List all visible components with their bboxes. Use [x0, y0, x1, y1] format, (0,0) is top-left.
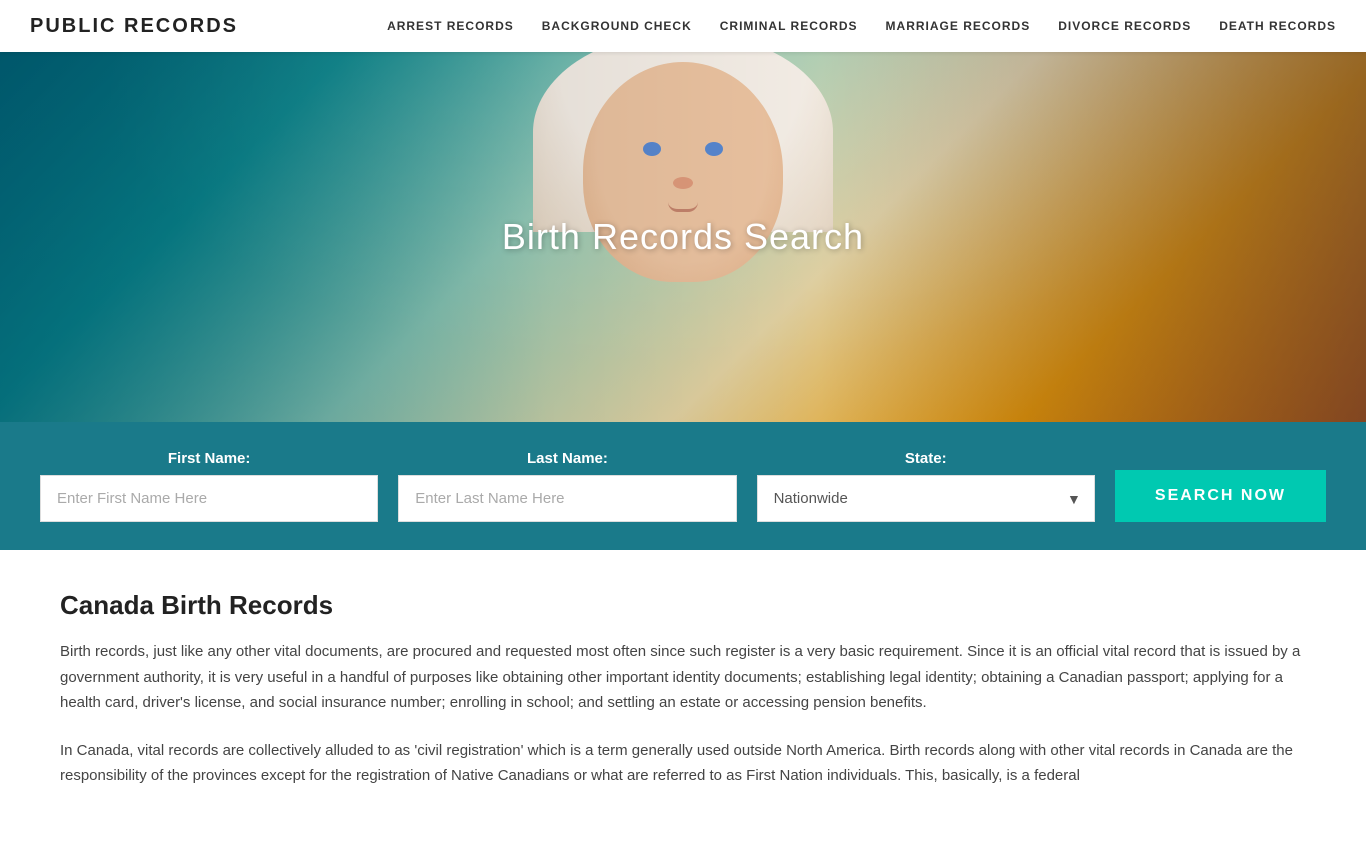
nav-link-divorce-records[interactable]: DIVORCE RECORDS	[1058, 19, 1191, 33]
nav-link-marriage-records[interactable]: MARRIAGE RECORDS	[886, 19, 1031, 33]
nav-link-criminal-records[interactable]: CRIMINAL RECORDS	[720, 19, 858, 33]
nav-link-death-records[interactable]: DEATH RECORDS	[1219, 19, 1336, 33]
hero-section: Birth Records Search	[0, 52, 1366, 422]
search-bar: First Name: Last Name: State: Nationwide…	[0, 422, 1366, 550]
state-select[interactable]: NationwideAlabamaAlaskaArizonaArkansasCa…	[757, 475, 1095, 522]
nav-link-arrest-records[interactable]: ARREST RECORDS	[387, 19, 514, 33]
main-nav: ARREST RECORDS BACKGROUND CHECK CRIMINAL R…	[387, 19, 1336, 33]
site-header: PUBLIC RECORDS ARREST RECORDS BACKGROUND …	[0, 0, 1366, 52]
state-select-wrapper: NationwideAlabamaAlaskaArizonaArkansasCa…	[757, 475, 1095, 522]
section1-paragraph2: In Canada, vital records are collectivel…	[60, 738, 1306, 789]
hero-title: Birth Records Search	[502, 216, 864, 258]
first-name-label: First Name:	[40, 450, 378, 467]
nav-link-background-check[interactable]: BACKGROUND CHECK	[542, 19, 692, 33]
section1-paragraph1: Birth records, just like any other vital…	[60, 639, 1306, 716]
site-logo: PUBLIC RECORDS	[30, 15, 238, 38]
state-label: State:	[757, 450, 1095, 467]
search-now-button[interactable]: SEARCH NOW	[1115, 470, 1326, 522]
last-name-label: Last Name:	[398, 450, 736, 467]
last-name-field: Last Name:	[398, 450, 736, 522]
state-field: State: NationwideAlabamaAlaskaArizonaArk…	[757, 450, 1095, 522]
first-name-field: First Name:	[40, 450, 378, 522]
section1-title: Canada Birth Records	[60, 590, 1306, 621]
first-name-input[interactable]	[40, 475, 378, 522]
main-content: Canada Birth Records Birth records, just…	[0, 550, 1366, 851]
last-name-input[interactable]	[398, 475, 736, 522]
